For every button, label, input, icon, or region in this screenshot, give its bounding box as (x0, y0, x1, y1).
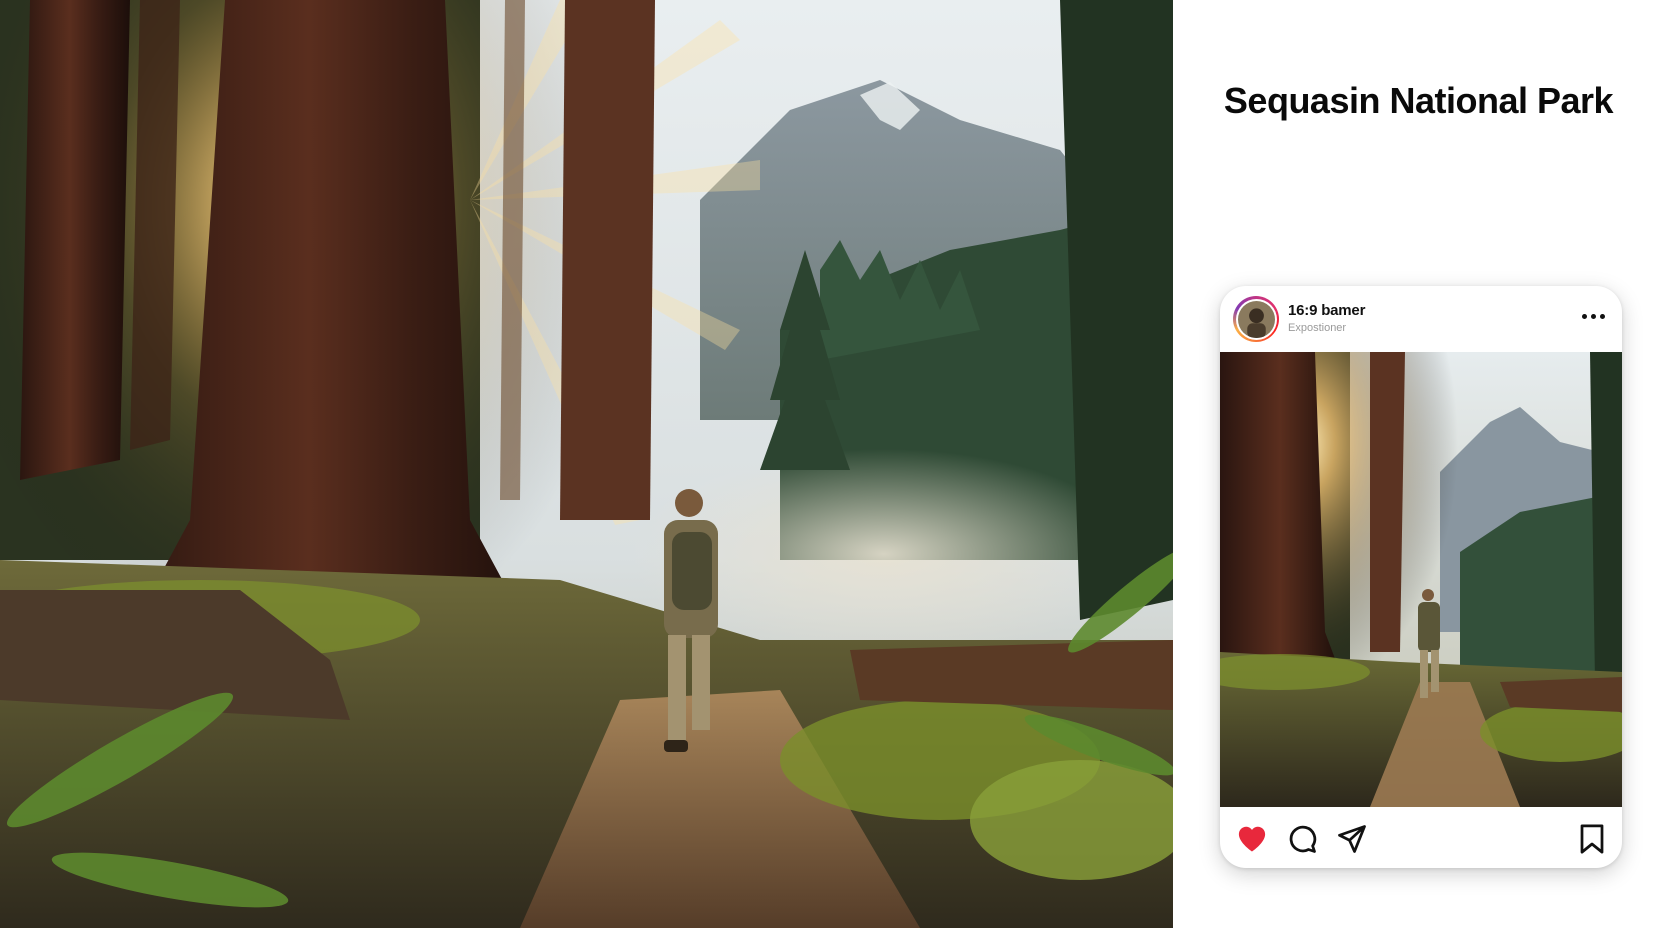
post-subtitle: Expostioner (1288, 322, 1347, 334)
post-username[interactable]: 16:9 bamer (1288, 302, 1365, 319)
comment-icon[interactable] (1284, 821, 1320, 857)
hero-photo (0, 0, 1173, 928)
avatar-border (1235, 298, 1277, 340)
heart-icon[interactable] (1234, 821, 1270, 857)
send-icon[interactable] (1334, 821, 1370, 857)
profile-photo (1237, 300, 1275, 338)
more-horizontal-icon[interactable] (1578, 306, 1608, 326)
social-post-card: 16:9 bamer Expostioner (1220, 286, 1622, 868)
avatar-image (1237, 300, 1275, 338)
post-photo (1220, 352, 1622, 807)
page-title: Sequasin National Park (1223, 80, 1614, 121)
avatar[interactable] (1233, 296, 1279, 342)
post-header: 16:9 bamer Expostioner (1220, 286, 1622, 352)
forest-scene-image (0, 0, 1173, 928)
post-image[interactable] (1220, 352, 1622, 807)
bookmark-icon[interactable] (1574, 821, 1610, 857)
post-actions-bar (1220, 807, 1622, 868)
